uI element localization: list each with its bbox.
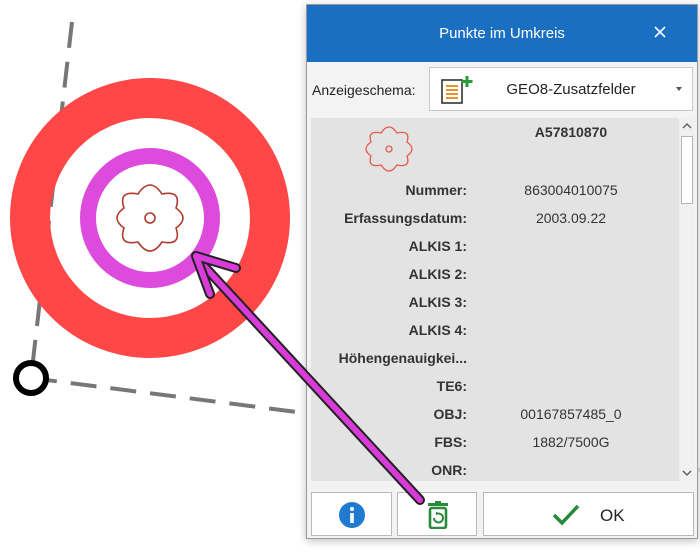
attribute-label: ALKIS 2: (408, 266, 467, 282)
attribute-label: Nummer: (405, 182, 467, 198)
points-in-radius-dialog: Punkte im Umkreis Anzeigeschema: GEO8-Zu… (306, 4, 698, 539)
attribute-label: OBJ: (433, 406, 467, 422)
field-schema-icon (441, 76, 473, 104)
attribute-row[interactable]: ALKIS 4: (311, 317, 679, 345)
close-icon (654, 26, 666, 38)
display-schema-value: GEO8-Zusatzfelder (506, 81, 636, 98)
dialog-title: Punkte im Umkreis (439, 25, 565, 42)
vertex-marker[interactable] (13, 360, 49, 396)
attribute-row[interactable]: OBJ: 00167857485_0 (311, 401, 679, 429)
attribute-row[interactable]: ALKIS 1: (311, 233, 679, 261)
display-schema-dropdown[interactable]: GEO8-Zusatzfelder (429, 67, 693, 111)
delete-button[interactable] (397, 492, 477, 536)
point-symbol-icon[interactable] (116, 184, 184, 252)
attribute-label: ONR: (431, 462, 467, 478)
list-scrollbar[interactable] (679, 118, 695, 481)
attribute-label: FBS: (434, 434, 467, 450)
dialog-titlebar: Punkte im Umkreis (307, 5, 697, 62)
attribute-row[interactable]: ALKIS 3: (311, 289, 679, 317)
attribute-row[interactable]: FBS: 1882/7500G (311, 429, 679, 457)
attribute-row[interactable]: TE6: (311, 373, 679, 401)
attribute-label: Höhengenauigkei... (338, 350, 467, 366)
info-icon (339, 502, 365, 528)
attribute-label: ALKIS 1: (408, 238, 467, 254)
checkmark-icon (552, 504, 580, 526)
attribute-label: ALKIS 4: (408, 322, 467, 338)
attribute-value: 2003.09.22 (535, 210, 607, 226)
inner-ring (80, 148, 220, 288)
ok-button-label: OK (600, 506, 625, 525)
attribute-row[interactable]: ALKIS 2: (311, 261, 679, 289)
attribute-value: 863004010075 (524, 182, 618, 198)
attribute-label: Erfassungsdatum: (344, 210, 467, 226)
chevron-up-icon (682, 123, 692, 129)
scroll-down-button[interactable] (679, 465, 695, 481)
attribute-row[interactable]: Höhengenauigkei... (311, 345, 679, 373)
scroll-up-button[interactable] (679, 118, 695, 134)
attribute-row[interactable]: Erfassungsdatum: 2003.09.22 (311, 205, 679, 233)
close-button[interactable] (649, 21, 671, 43)
attribute-value: 00167857485_0 (520, 406, 622, 422)
outer-ring (10, 78, 290, 358)
point-symbol-icon (365, 126, 413, 172)
ok-button[interactable]: OK (483, 492, 694, 536)
trash-restore-icon (428, 501, 448, 529)
chevron-down-icon (682, 470, 692, 476)
attribute-row[interactable]: Nummer: 863004010075 (311, 177, 679, 205)
record-id: A57810870 (534, 124, 608, 140)
attribute-row[interactable]: ONR: (311, 457, 679, 481)
point-attributes-list[interactable]: A57810870 Nummer: 863004010075 Erfassungsd… (311, 118, 679, 481)
chevron-down-icon (676, 87, 682, 91)
info-button[interactable] (311, 492, 392, 536)
display-schema-label: Anzeigeschema: (312, 82, 416, 98)
attribute-value: 1882/7500G (532, 434, 610, 450)
attribute-label: ALKIS 3: (408, 294, 467, 310)
scrollbar-thumb[interactable] (681, 136, 693, 204)
attribute-label: TE6: (436, 378, 467, 394)
